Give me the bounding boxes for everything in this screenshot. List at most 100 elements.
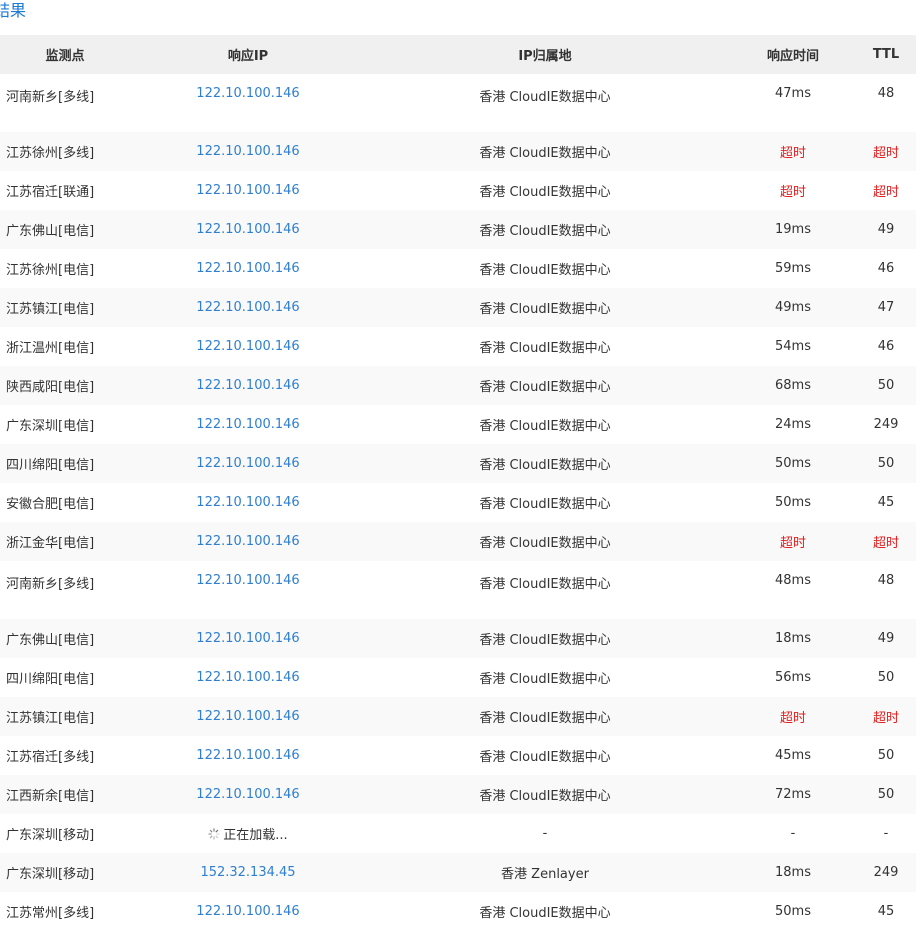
- cell-ip[interactable]: 122.10.100.146: [130, 444, 366, 483]
- ip-link[interactable]: 122.10.100.146: [196, 904, 299, 919]
- cell-response-time: 59ms: [775, 261, 811, 276]
- ip-link[interactable]: 122.10.100.146: [196, 495, 299, 510]
- ip-link[interactable]: 122.10.100.146: [196, 417, 299, 432]
- cell-ip[interactable]: 152.32.134.45: [130, 853, 366, 892]
- cell-location: 香港 CloudIE数据中心: [479, 185, 611, 200]
- cell-ip[interactable]: 122.10.100.146: [130, 132, 366, 171]
- cell-response-time: 50ms: [775, 904, 811, 919]
- cell-location: 香港 Zenlayer: [501, 867, 589, 882]
- cell-ip[interactable]: 122.10.100.146: [130, 366, 366, 405]
- cell-ip[interactable]: 122.10.100.146: [130, 171, 366, 210]
- table-row: 四川绵阳[电信] 122.10.100.146 香港 CloudIE数据中心 50ms…: [0, 444, 916, 483]
- cell-response-time: 18ms: [775, 631, 811, 646]
- ip-link[interactable]: 122.10.100.146: [196, 534, 299, 549]
- cell-ttl: 超时: [872, 711, 899, 726]
- cell-ip[interactable]: 122.10.100.146: [130, 210, 366, 249]
- cell-ttl: 超时: [872, 185, 899, 200]
- ip-link[interactable]: 122.10.100.146: [196, 748, 299, 763]
- cell-node: 浙江金华[电信]: [6, 536, 95, 551]
- cell-ip[interactable]: 122.10.100.146: [130, 775, 366, 814]
- ip-link[interactable]: 152.32.134.45: [200, 865, 295, 880]
- cell-location: 香港 CloudIE数据中心: [479, 789, 611, 804]
- ip-link[interactable]: 122.10.100.146: [196, 300, 299, 315]
- cell-ttl: 48: [877, 86, 895, 101]
- cell-location: 香港 CloudIE数据中心: [479, 711, 611, 726]
- ip-link[interactable]: 122.10.100.146: [196, 86, 299, 101]
- cell-location: 香港 CloudIE数据中心: [479, 224, 611, 239]
- cell-node: 广东佛山[电信]: [6, 633, 95, 648]
- cell-ttl: 50: [877, 748, 895, 763]
- cell-node: 河南新乡[多线]: [6, 577, 95, 592]
- ip-link[interactable]: 122.10.100.146: [196, 222, 299, 237]
- ip-link[interactable]: 122.10.100.146: [196, 144, 299, 159]
- table-row: 河南新乡[多线] 122.10.100.146 香港 CloudIE数据中心 48ms…: [0, 561, 916, 619]
- header-ip: 响应IP: [227, 49, 269, 64]
- table-row: 江苏徐州[电信] 122.10.100.146 香港 CloudIE数据中心 59ms…: [0, 249, 916, 288]
- cell-ip[interactable]: 122.10.100.146: [130, 249, 366, 288]
- cell-node: 广东佛山[电信]: [6, 224, 95, 239]
- cell-ttl: 48: [877, 573, 895, 588]
- table-row: 陕西咸阳[电信] 122.10.100.146 香港 CloudIE数据中心 68ms…: [0, 366, 916, 405]
- table-row: 广东深圳[移动] 正在加载... - - -: [0, 814, 916, 853]
- results-page: 结果 监测点 响应IP IP归属地 响应时间 TTL 河南新乡[多线] 122.1…: [0, 0, 916, 938]
- ip-link[interactable]: 122.10.100.146: [196, 573, 299, 588]
- cell-location: -: [542, 826, 548, 841]
- cell-ip[interactable]: 122.10.100.146: [130, 327, 366, 366]
- table-row: 河南新乡[多线] 122.10.100.146 香港 CloudIE数据中心 47ms…: [0, 74, 916, 132]
- cell-ttl: 50: [877, 670, 895, 685]
- cell-ip[interactable]: 122.10.100.146: [130, 483, 366, 522]
- cell-location: 香港 CloudIE数据中心: [479, 146, 611, 161]
- cell-ip[interactable]: 122.10.100.146: [130, 74, 366, 132]
- cell-ip[interactable]: 122.10.100.146: [130, 288, 366, 327]
- cell-response-time: 超时: [779, 146, 806, 161]
- ip-link[interactable]: 122.10.100.146: [196, 787, 299, 802]
- cell-ip[interactable]: 122.10.100.146: [130, 736, 366, 775]
- ip-link[interactable]: 122.10.100.146: [196, 456, 299, 471]
- cell-response-time: 48ms: [775, 573, 811, 588]
- cell-response-time: 超时: [779, 711, 806, 726]
- table-row: 浙江温州[电信] 122.10.100.146 香港 CloudIE数据中心 54ms…: [0, 327, 916, 366]
- table-body: 河南新乡[多线] 122.10.100.146 香港 CloudIE数据中心 47ms…: [0, 74, 916, 931]
- cell-node: 广东深圳[移动]: [6, 867, 95, 882]
- cell-location: 香港 CloudIE数据中心: [479, 341, 611, 356]
- cell-ttl: 45: [877, 904, 895, 919]
- cell-ttl: 50: [877, 378, 895, 393]
- ip-link[interactable]: 122.10.100.146: [196, 183, 299, 198]
- cell-ip[interactable]: 122.10.100.146: [130, 619, 366, 658]
- cell-node: 江苏宿迁[多线]: [6, 750, 95, 765]
- table-row: 广东深圳[移动] 152.32.134.45 香港 Zenlayer 18ms 249: [0, 853, 916, 892]
- cell-location: 香港 CloudIE数据中心: [479, 263, 611, 278]
- ip-link[interactable]: 122.10.100.146: [196, 261, 299, 276]
- cell-response-time: 68ms: [775, 378, 811, 393]
- cell-ip[interactable]: 122.10.100.146: [130, 892, 366, 931]
- cell-ttl: 47: [877, 300, 895, 315]
- ip-link[interactable]: 122.10.100.146: [196, 378, 299, 393]
- table-row: 四川绵阳[电信] 122.10.100.146 香港 CloudIE数据中心 56ms…: [0, 658, 916, 697]
- ip-link[interactable]: 122.10.100.146: [196, 339, 299, 354]
- cell-ip[interactable]: 122.10.100.146: [130, 522, 366, 561]
- table-row: 江苏常州[多线] 122.10.100.146 香港 CloudIE数据中心 50ms…: [0, 892, 916, 931]
- cell-location: 香港 CloudIE数据中心: [479, 302, 611, 317]
- results-table: 监测点 响应IP IP归属地 响应时间 TTL 河南新乡[多线] 122.10.1…: [0, 35, 916, 931]
- cell-ip[interactable]: 122.10.100.146: [130, 658, 366, 697]
- table-row: 浙江金华[电信] 122.10.100.146 香港 CloudIE数据中心 超时 超时: [0, 522, 916, 561]
- cell-ip[interactable]: 122.10.100.146: [130, 697, 366, 736]
- cell-response-time: 超时: [779, 536, 806, 551]
- cell-response-time: 24ms: [775, 417, 811, 432]
- cell-node: 陕西咸阳[电信]: [6, 380, 95, 395]
- cell-node: 江苏徐州[多线]: [6, 146, 95, 161]
- cell-ttl: 46: [877, 261, 895, 276]
- ip-link[interactable]: 122.10.100.146: [196, 670, 299, 685]
- table-row: 江西新余[电信] 122.10.100.146 香港 CloudIE数据中心 72ms…: [0, 775, 916, 814]
- cell-node: 江苏镇江[电信]: [6, 711, 95, 726]
- cell-node: 江西新余[电信]: [6, 789, 95, 804]
- spinner-icon: [208, 828, 220, 840]
- cell-ip[interactable]: 122.10.100.146: [130, 561, 366, 619]
- header-time: 响应时间: [766, 49, 819, 64]
- ip-link[interactable]: 122.10.100.146: [196, 631, 299, 646]
- cell-node: 江苏常州[多线]: [6, 906, 95, 921]
- cell-ttl: 50: [877, 787, 895, 802]
- header-location: IP归属地: [518, 49, 572, 64]
- cell-ip[interactable]: 122.10.100.146: [130, 405, 366, 444]
- ip-link[interactable]: 122.10.100.146: [196, 709, 299, 724]
